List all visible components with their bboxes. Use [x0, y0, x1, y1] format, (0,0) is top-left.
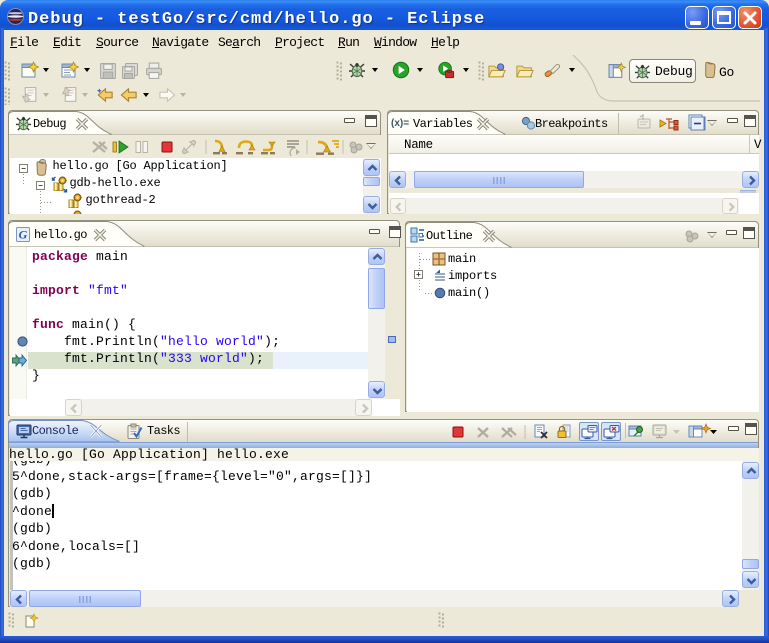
svg-text:G: G — [19, 228, 28, 242]
